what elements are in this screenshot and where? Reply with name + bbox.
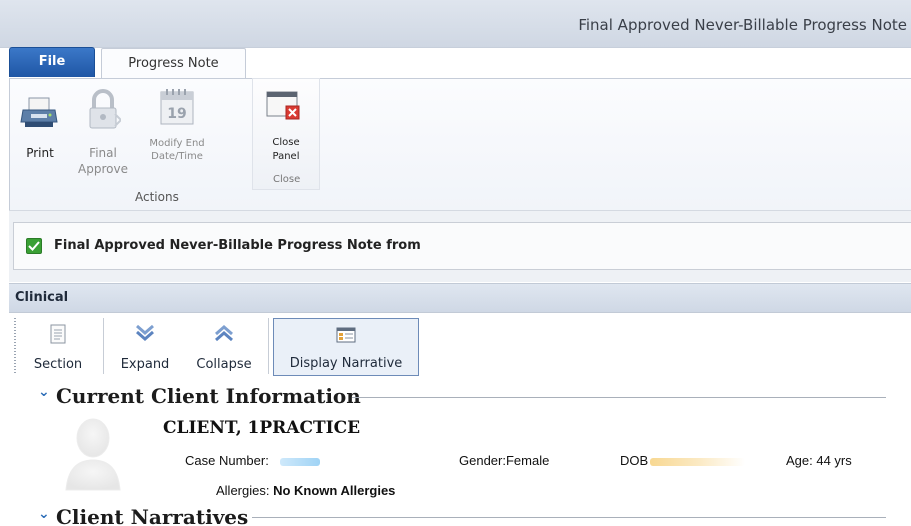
close-panel-label-2: Panel [272,151,300,162]
calendar-icon: 19 [160,89,194,125]
group-label-actions: Actions [135,190,179,204]
expand-button[interactable]: Expand [110,318,180,376]
lock-icon [89,89,121,129]
case-number-value [280,458,320,466]
toolbar-separator [268,318,269,374]
section-divider [252,517,886,518]
dob-value [650,458,745,466]
toolbar-grip[interactable] [14,318,16,374]
allergies-label: Allergies: [216,483,270,498]
display-narrative-button[interactable]: Display Narrative [273,318,419,376]
printer-icon [20,97,58,127]
tab-file[interactable]: File [9,47,95,77]
svg-text:19: 19 [167,106,186,122]
group-label-close: Close [273,174,301,185]
chevron-double-up-icon [215,325,233,342]
collapse-chevron-icon[interactable]: ⌄ [38,506,50,522]
print-label: Print [26,146,54,160]
final-approve-button[interactable]: Final Approve [71,88,135,178]
toolbar-separator [103,318,104,374]
allergies-value: No Known Allergies [273,483,396,498]
approved-checkbox[interactable] [26,238,42,254]
ribbon-group-close: Close Panel Close [252,78,320,190]
narrative-grid-icon [336,327,356,343]
dob-label: DOB [620,453,649,468]
case-number-label: Case Number: [185,453,269,468]
modify-label-1: Modify End [149,138,205,149]
close-panel-label-1: Close [272,137,300,148]
modify-label-2: Date/Time [151,151,203,162]
ribbon-group-actions: Print Final Approve 19 Modify End Date/T… [9,78,250,210]
title-bar: Final Approved Never-Billable Progress N… [0,0,911,48]
gender-field: Gender:Female [459,453,550,468]
avatar [65,418,121,491]
section-button[interactable]: Section [18,318,98,376]
chevron-double-down-icon [136,324,154,341]
section-divider [352,397,886,398]
section-title-current-client: Current Client Information [56,384,361,408]
collapse-chevron-icon[interactable]: ⌄ [38,384,50,400]
collapse-label: Collapse [196,357,252,372]
window-title: Final Approved Never-Billable Progress N… [578,16,907,34]
client-name: CLIENT, 1PRACTICE [163,418,361,438]
document-icon [50,324,66,344]
display-narrative-label: Display Narrative [289,356,403,371]
checkmark-icon [28,241,40,251]
close-panel-button[interactable]: Close Panel [261,89,311,162]
collapse-button[interactable]: Collapse [184,318,264,376]
expand-label: Expand [120,357,170,372]
final-approve-label-1: Final [89,146,117,160]
clinical-label: Clinical [15,290,69,305]
section-title-client-narratives: Client Narratives [56,505,249,526]
final-approve-label-2: Approve [78,162,128,176]
section-label: Section [33,357,83,372]
tab-progress-note[interactable]: Progress Note [101,48,246,79]
age-field: Age: 44 yrs [786,453,852,468]
allergies-row: Allergies: No Known Allergies [216,483,395,498]
info-bar-text: Final Approved Never-Billable Progress N… [54,238,421,253]
clinical-header [9,283,911,313]
app-window: Final Approved Never-Billable Progress N… [0,0,911,526]
close-panel-icon [266,91,300,120]
modify-end-datetime-button[interactable]: 19 Modify End Date/Time [137,88,217,168]
print-button[interactable]: Print [14,88,66,168]
